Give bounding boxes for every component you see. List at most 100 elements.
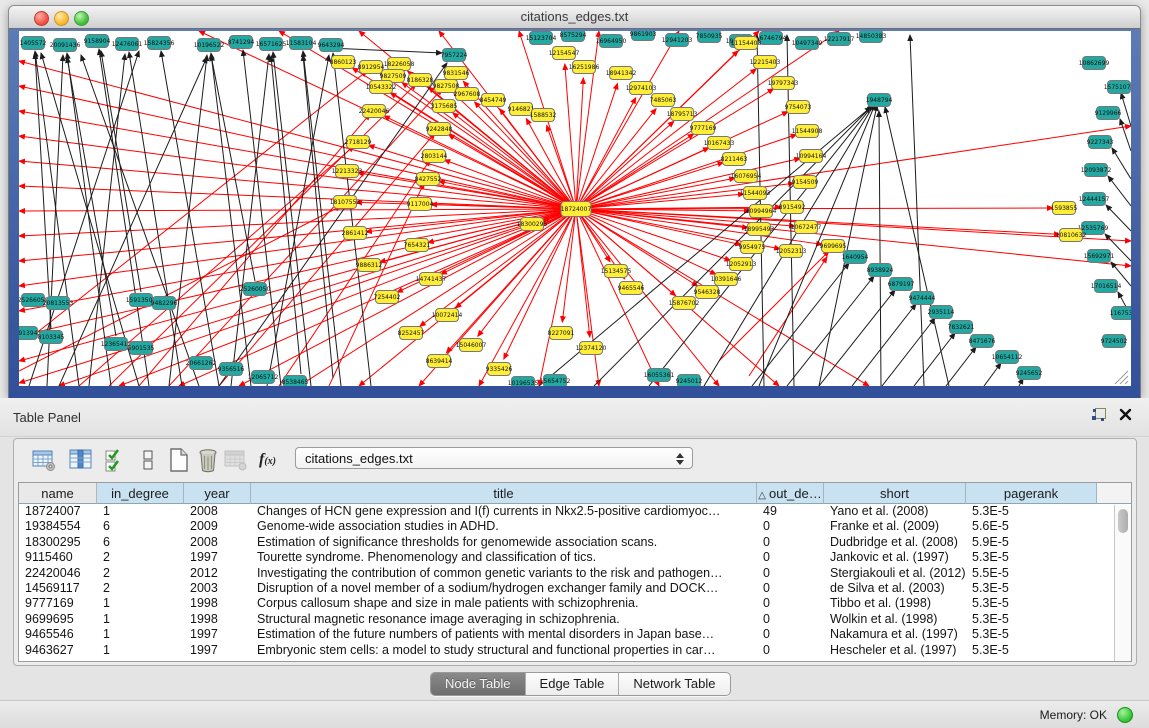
tab-edge-table[interactable]: Edge Table	[526, 673, 620, 695]
scrollbar-thumb[interactable]	[1118, 509, 1128, 533]
node-label: 10654112	[992, 354, 1023, 361]
citation-edge[interactable]	[303, 55, 333, 378]
table-settings-button[interactable]	[31, 447, 57, 473]
citation-edge[interactable]	[984, 363, 1001, 386]
column-header-out_de[interactable]: △out_de…	[757, 483, 824, 504]
citation-edge[interactable]	[576, 31, 599, 209]
column-header-label: short	[880, 486, 909, 501]
citation-edge[interactable]	[303, 51, 341, 386]
citation-edge[interactable]	[369, 145, 576, 209]
table-panel-header: Table Panel	[0, 398, 1149, 437]
column-header-title[interactable]: title	[251, 483, 757, 504]
network-window: citations_edges.txt 14055722009143691589…	[8, 5, 1141, 397]
column-header-label: pagerank	[1004, 486, 1058, 501]
column-header-pagerank[interactable]: pagerank	[966, 483, 1097, 504]
citation-edge[interactable]	[882, 318, 935, 386]
citation-edge[interactable]	[576, 209, 590, 337]
node-label: 9754073	[785, 104, 812, 111]
table-row[interactable]: 977716911998Corpus callosum shape and si…	[19, 596, 1131, 611]
citation-edge[interactable]	[576, 158, 800, 209]
citation-edge[interactable]	[19, 136, 576, 209]
table-row[interactable]: 1830029562008Estimation of significance …	[19, 535, 1131, 550]
citation-edge[interactable]	[819, 290, 895, 386]
column-header-in_degree[interactable]: in_degree	[97, 483, 184, 504]
citation-edge[interactable]	[67, 53, 111, 386]
citation-edge[interactable]	[910, 35, 924, 386]
citation-edge[interactable]	[1112, 148, 1131, 179]
node-label: 15654752	[540, 378, 571, 385]
citation-edge[interactable]	[1120, 119, 1131, 151]
node-label: 7254402	[374, 294, 401, 301]
function-builder-button[interactable]: f(x)	[259, 447, 289, 473]
citation-edge[interactable]	[852, 304, 916, 386]
column-visibility-button[interactable]	[68, 447, 94, 473]
import-table-button[interactable]	[223, 447, 249, 473]
table-cell: Tourette syndrome. Phenomenology and cla…	[251, 550, 757, 565]
citation-edge[interactable]	[59, 57, 207, 386]
network-canvas[interactable]: 1405572200914369158904124760611582435610…	[19, 31, 1131, 386]
citation-edge[interactable]	[19, 186, 576, 209]
row-height-button[interactable]	[135, 447, 161, 473]
citation-edge[interactable]	[231, 54, 269, 386]
tab-node-table[interactable]: Node Table	[431, 673, 526, 695]
combo-arrows-icon	[676, 451, 685, 467]
citation-edge[interactable]	[576, 209, 599, 386]
vertical-scrollbar[interactable]	[1114, 505, 1131, 661]
citation-edge[interactable]	[1106, 205, 1131, 231]
table-row[interactable]: 1938455462009Genome-wide association stu…	[19, 519, 1131, 534]
table-header-row: namein_degreeyeartitle△out_de… short pager…	[19, 483, 1131, 504]
citation-edge[interactable]	[565, 64, 576, 209]
table-row[interactable]: 969969511998Structural magnetic resonanc…	[19, 612, 1131, 627]
citation-edge[interactable]	[879, 111, 881, 386]
table-body: 1872400712008Changes of HCN gene express…	[19, 504, 1131, 658]
node-label: 1948794	[866, 97, 893, 104]
close-panel-button[interactable]	[1118, 407, 1133, 422]
column-header-year[interactable]: year	[184, 483, 251, 504]
node-label: 10167433	[704, 140, 735, 147]
select-all-button[interactable]	[103, 447, 129, 473]
column-header-short[interactable]: short	[824, 483, 966, 504]
table-cell: Estimation of significance thresholds fo…	[251, 535, 757, 550]
table-cell: 5.9E-5	[966, 535, 1097, 550]
table-cell: 2008	[184, 535, 251, 550]
table-cell: 2	[97, 550, 184, 565]
citation-edge[interactable]	[81, 55, 199, 386]
new-file-button[interactable]	[166, 447, 192, 473]
citation-edge[interactable]	[19, 209, 576, 211]
table-row[interactable]: 2242004622012Investigating the contribut…	[19, 566, 1131, 581]
table-selector[interactable]: citations_edges.txt	[295, 447, 693, 469]
table-row[interactable]: 1456911722003Disruption of a novel membe…	[19, 581, 1131, 596]
table-row[interactable]: 946554611997Estimation of the future num…	[19, 627, 1131, 642]
node-label: 22420046	[359, 108, 390, 115]
citation-edge[interactable]	[35, 53, 51, 329]
citation-edge[interactable]	[169, 55, 207, 386]
citation-edge[interactable]	[1121, 93, 1131, 126]
citation-edge[interactable]	[479, 209, 576, 386]
citation-edge[interactable]	[914, 333, 955, 386]
table-cell: 1	[97, 643, 184, 658]
resize-grip-icon[interactable]	[1115, 371, 1128, 384]
citation-edge[interactable]	[211, 55, 255, 281]
citation-edge[interactable]	[199, 31, 576, 209]
node-label: 20813553	[43, 300, 74, 307]
memory-indicator-icon[interactable]	[1117, 707, 1133, 723]
table-row[interactable]: 946362711997Embryonic stem cells: a mode…	[19, 643, 1131, 658]
column-header-name[interactable]: name	[19, 483, 97, 504]
citation-edge[interactable]	[267, 55, 329, 386]
citation-edge[interactable]	[1108, 176, 1131, 206]
citation-edge[interactable]	[19, 61, 576, 209]
node-label: 9482296	[151, 300, 178, 307]
table-row[interactable]: 1872400712008Changes of HCN gene express…	[19, 504, 1131, 519]
table-cell: Stergiakouli et al. (2012)	[824, 566, 966, 581]
citation-edge[interactable]	[946, 347, 976, 386]
table-row[interactable]: 911546021997Tourette syndrome. Phenomeno…	[19, 550, 1131, 565]
citation-edge[interactable]	[787, 276, 874, 386]
tab-network-table[interactable]: Network Table	[619, 673, 729, 695]
citation-edge[interactable]	[576, 31, 679, 209]
citation-edge[interactable]	[329, 183, 424, 386]
float-panel-button[interactable]	[1091, 407, 1107, 423]
citation-edge[interactable]	[759, 102, 876, 386]
window-titlebar[interactable]: citations_edges.txt	[8, 5, 1141, 29]
citation-edge[interactable]	[211, 53, 251, 386]
delete-button[interactable]	[195, 447, 221, 473]
